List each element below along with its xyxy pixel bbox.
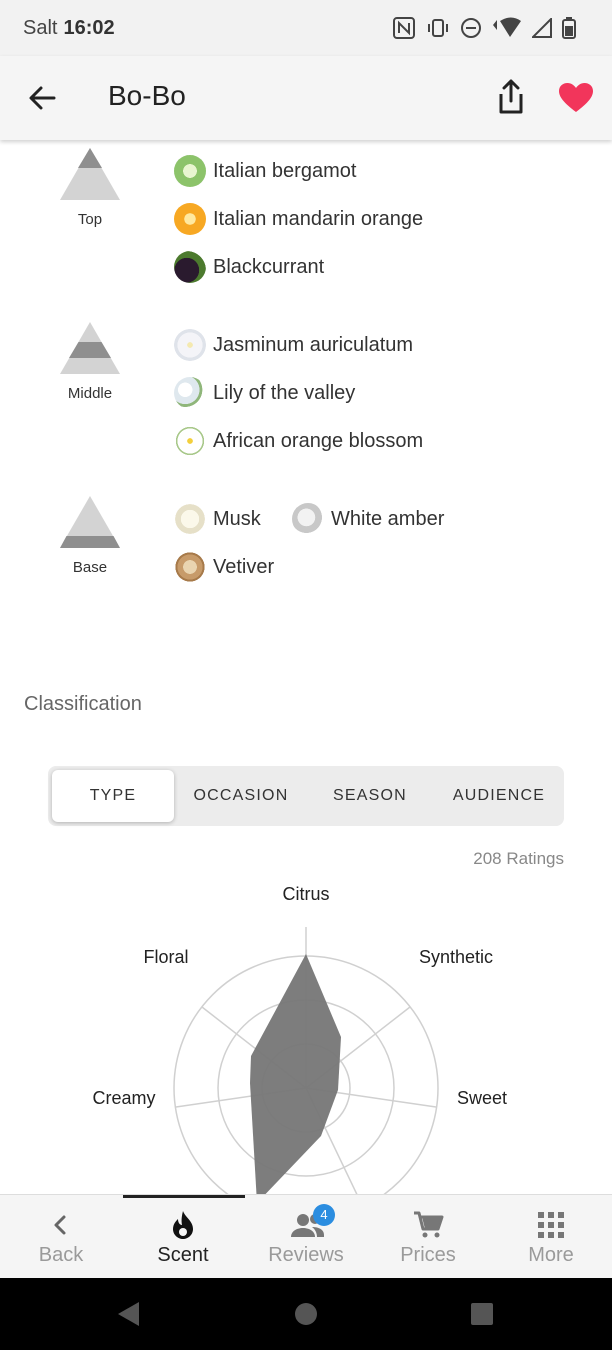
note-item[interactable]: Vetiver bbox=[174, 551, 274, 583]
nfc-icon bbox=[392, 16, 416, 45]
white-amber-icon bbox=[292, 503, 324, 535]
bottom-navigation: Back Scent 4 Reviews Prices More bbox=[0, 1194, 612, 1278]
nav-scent[interactable]: Scent bbox=[122, 1195, 244, 1279]
signal-icon bbox=[530, 16, 552, 43]
nav-label: Prices bbox=[400, 1244, 456, 1266]
cart-icon bbox=[412, 1209, 444, 1241]
axis-label-sweet: Sweet bbox=[457, 1088, 507, 1108]
pyramid-base-icon bbox=[60, 496, 120, 548]
nav-back[interactable]: Back bbox=[0, 1195, 122, 1279]
radar-series-area bbox=[250, 954, 341, 1194]
note-label: Jasminum auriculatum bbox=[213, 333, 414, 356]
share-icon[interactable] bbox=[494, 78, 528, 116]
note-item[interactable]: Blackcurrant bbox=[174, 251, 324, 283]
note-label: Musk bbox=[213, 507, 261, 530]
note-item[interactable]: African orange blossom bbox=[174, 425, 423, 457]
lily-of-the-valley-icon bbox=[174, 377, 206, 409]
nav-more[interactable]: More bbox=[490, 1195, 612, 1279]
pyramid-top-label: Top bbox=[77, 211, 103, 228]
jasmine-icon bbox=[174, 329, 206, 361]
carrier-name: Salt bbox=[23, 17, 58, 39]
app-bar: Bo-Bo bbox=[0, 56, 612, 140]
page-title: Bo-Bo bbox=[108, 80, 186, 111]
ratings-count: 208 Ratings bbox=[473, 849, 564, 868]
note-item[interactable]: Italian bergamot bbox=[174, 155, 356, 187]
back-arrow-icon[interactable] bbox=[26, 82, 58, 114]
note-item[interactable]: Italian mandarin orange bbox=[174, 203, 423, 235]
vetiver-icon bbox=[174, 551, 206, 583]
status-bar: Salt 16:02 bbox=[0, 0, 612, 56]
pyramid-middle-label: Middle bbox=[67, 385, 113, 402]
nav-label: Back bbox=[38, 1244, 84, 1266]
nav-label: Scent bbox=[157, 1244, 209, 1266]
grid-icon bbox=[535, 1209, 567, 1241]
note-item[interactable]: White amber bbox=[292, 503, 444, 535]
scent-content: Top Italian bergamot Italian mandarin or… bbox=[0, 140, 612, 1194]
axis-label-creamy: Creamy bbox=[92, 1088, 155, 1108]
chevron-left-icon bbox=[45, 1209, 77, 1241]
tab-audience[interactable]: AUDIENCE bbox=[436, 770, 562, 822]
pyramid-base-label: Base bbox=[72, 559, 108, 576]
vibrate-icon bbox=[426, 16, 450, 45]
system-back-icon[interactable] bbox=[118, 1302, 139, 1326]
dnd-icon bbox=[460, 17, 482, 44]
note-label: White amber bbox=[331, 507, 445, 530]
nav-label: More bbox=[528, 1244, 574, 1266]
note-label: Vetiver bbox=[213, 555, 275, 578]
bergamot-icon bbox=[174, 155, 206, 187]
pyramid-top-icon bbox=[60, 148, 120, 200]
favorite-heart-icon[interactable] bbox=[558, 82, 594, 114]
system-navigation-bar bbox=[0, 1278, 612, 1350]
mandarin-icon bbox=[174, 203, 206, 235]
blackcurrant-icon bbox=[174, 251, 206, 283]
system-home-icon[interactable] bbox=[295, 1303, 317, 1325]
nav-label: Reviews bbox=[268, 1244, 344, 1266]
clock: 16:02 bbox=[63, 17, 115, 39]
axis-label-citrus: Citrus bbox=[282, 884, 329, 904]
musk-icon bbox=[174, 503, 206, 535]
status-icons bbox=[392, 16, 576, 45]
classification-tabs: TYPE OCCASION SEASON AUDIENCE bbox=[48, 766, 564, 826]
tab-season[interactable]: SEASON bbox=[306, 770, 434, 822]
type-radar-chart: Citrus Floral Synthetic Creamy Sweet bbox=[92, 884, 507, 1194]
nav-prices[interactable]: Prices bbox=[367, 1195, 489, 1279]
note-label: Italian bergamot bbox=[213, 159, 357, 182]
axis-label-floral: Floral bbox=[143, 947, 188, 967]
reviews-count-badge: 4 bbox=[313, 1204, 335, 1226]
note-label: Blackcurrant bbox=[213, 255, 325, 278]
status-carrier-time: Salt 16:02 bbox=[23, 17, 115, 40]
note-item[interactable]: Musk bbox=[174, 503, 261, 535]
note-label: African orange blossom bbox=[213, 429, 424, 452]
battery-icon bbox=[562, 17, 576, 44]
axis-label-synthetic: Synthetic bbox=[419, 947, 493, 967]
flame-icon bbox=[167, 1209, 199, 1241]
note-label: Lily of the valley bbox=[213, 381, 356, 404]
note-item[interactable]: Jasminum auriculatum bbox=[174, 329, 413, 361]
nav-reviews[interactable]: 4 Reviews bbox=[245, 1195, 367, 1279]
classification-heading: Classification bbox=[24, 693, 142, 715]
system-recents-icon[interactable] bbox=[471, 1303, 493, 1325]
tab-occasion[interactable]: OCCASION bbox=[178, 770, 304, 822]
note-item[interactable]: Lily of the valley bbox=[174, 377, 355, 409]
tab-type[interactable]: TYPE bbox=[52, 770, 174, 822]
pyramid-middle-icon bbox=[60, 322, 120, 374]
wifi-icon bbox=[492, 17, 522, 44]
orange-blossom-icon bbox=[174, 425, 206, 457]
note-label: Italian mandarin orange bbox=[213, 207, 424, 230]
